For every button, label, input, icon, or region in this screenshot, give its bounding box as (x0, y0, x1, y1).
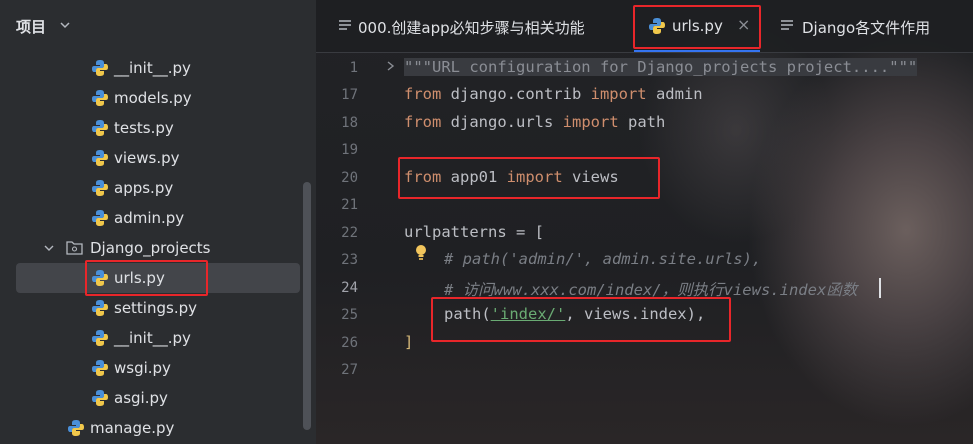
fold-arrow-icon[interactable] (386, 60, 396, 72)
keyword: from (404, 85, 442, 103)
text-file-icon (339, 20, 351, 30)
highlight-box (398, 157, 660, 199)
tree-item-init-py[interactable]: __init__.py (0, 53, 300, 83)
chevron-down-icon[interactable] (58, 18, 72, 32)
python-file-icon (92, 360, 108, 376)
python-file-icon (92, 60, 108, 76)
code-line-comment-admin[interactable]: # path('admin/', admin.site.urls), (444, 250, 761, 268)
line-number: 23 (341, 252, 358, 268)
python-file-icon (92, 300, 108, 316)
line-number: 20 (341, 170, 358, 186)
python-file-icon (92, 90, 108, 106)
line-number: 24 (341, 280, 358, 296)
project-panel-title: 项目 (16, 18, 47, 36)
code-text: django.contrib (441, 85, 591, 103)
tree-item-models-py[interactable]: models.py (0, 83, 300, 113)
code-line-import-admin[interactable]: from django.contrib import admin (404, 85, 703, 103)
python-file-icon (92, 330, 108, 346)
text-cursor (879, 278, 881, 298)
tree-item-label: tests.py (114, 119, 174, 137)
python-file-icon (92, 390, 108, 406)
code-text: path (618, 113, 666, 131)
line-number: 27 (341, 362, 358, 378)
tree-item-label: settings.py (114, 299, 197, 317)
tree-item-views-py[interactable]: views.py (0, 143, 300, 173)
highlight-box (431, 297, 731, 342)
python-file-icon (92, 210, 108, 226)
highlight-box (633, 5, 761, 49)
tree-item-manage-py[interactable]: manage.py (0, 413, 300, 443)
python-file-icon (92, 120, 108, 136)
tab-label: 000.创建app必知步骤与相关功能 (358, 19, 585, 37)
keyword: import (590, 85, 647, 103)
python-file-icon (92, 180, 108, 196)
tree-item-tests-py[interactable]: tests.py (0, 113, 300, 143)
line-number: 18 (341, 115, 358, 131)
tree-item-label: views.py (114, 149, 180, 167)
tree-item-apps-py[interactable]: apps.py (0, 173, 300, 203)
code-line-urlpatterns[interactable]: urlpatterns = [ (404, 223, 544, 241)
code-line-docstring[interactable]: """URL configuration for Django_projects… (404, 58, 918, 76)
tree-item-asgi-py[interactable]: asgi.py (0, 383, 300, 413)
tree-item-label: admin.py (114, 209, 185, 227)
python-file-icon (92, 150, 108, 166)
line-number-gutter: 1 17 18 19 20 21 22 23 24 25 26 27 (316, 52, 386, 444)
line-number: 25 (341, 307, 358, 323)
keyword: import (562, 113, 619, 131)
code-text: django.urls (441, 113, 563, 131)
tree-item-label: apps.py (114, 179, 174, 197)
line-number: 21 (341, 197, 358, 213)
project-panel-header[interactable]: 项目 (0, 0, 316, 52)
tab-django-files[interactable]: Django各文件作用 (774, 0, 973, 52)
tree-item-label: __init__.py (114, 329, 191, 347)
line-number: 19 (341, 142, 358, 158)
tree-item-label: wsgi.py (114, 359, 171, 377)
tree-item-wsgi-py[interactable]: wsgi.py (0, 353, 300, 383)
editor[interactable]: 000.创建app必知步骤与相关功能 urls.py × Django各文件作用… (316, 0, 973, 444)
text-file-icon (781, 20, 793, 30)
tree-item-label: manage.py (90, 419, 175, 437)
code-text: admin (646, 85, 703, 103)
line-number: 1 (349, 60, 358, 76)
chevron-down-icon[interactable] (43, 242, 55, 254)
tree-item-label: asgi.py (114, 389, 168, 407)
tree-item-settings-py[interactable]: settings.py (0, 293, 300, 323)
tree-item-label: Django_projects (90, 239, 211, 257)
highlight-box (85, 260, 208, 296)
keyword: from (404, 113, 442, 131)
tree-item-label: __init__.py (114, 59, 191, 77)
tree-item-django-projects-folder[interactable]: Django_projects (0, 233, 300, 263)
python-file-icon (68, 420, 84, 436)
code-line-close-bracket[interactable]: ] (404, 333, 413, 351)
tab-label: Django各文件作用 (802, 19, 931, 37)
line-number: 17 (341, 87, 358, 103)
tree-item-admin-py[interactable]: admin.py (0, 203, 300, 233)
project-scrollbar[interactable] (303, 182, 311, 430)
project-panel: 项目 __init__.py models.py tests.py views.… (0, 0, 316, 444)
tab-create-app-notes[interactable]: 000.创建app必知步骤与相关功能 (332, 0, 632, 52)
tab-bar: 000.创建app必知步骤与相关功能 urls.py × Django各文件作用 (316, 0, 973, 53)
tree-item-init-py-2[interactable]: __init__.py (0, 323, 300, 353)
lightbulb-icon[interactable] (414, 244, 428, 262)
line-number: 26 (341, 335, 358, 351)
code-line-import-path[interactable]: from django.urls import path (404, 113, 665, 131)
folder-icon (66, 241, 83, 255)
line-number: 22 (341, 225, 358, 241)
tree-item-label: models.py (114, 89, 192, 107)
